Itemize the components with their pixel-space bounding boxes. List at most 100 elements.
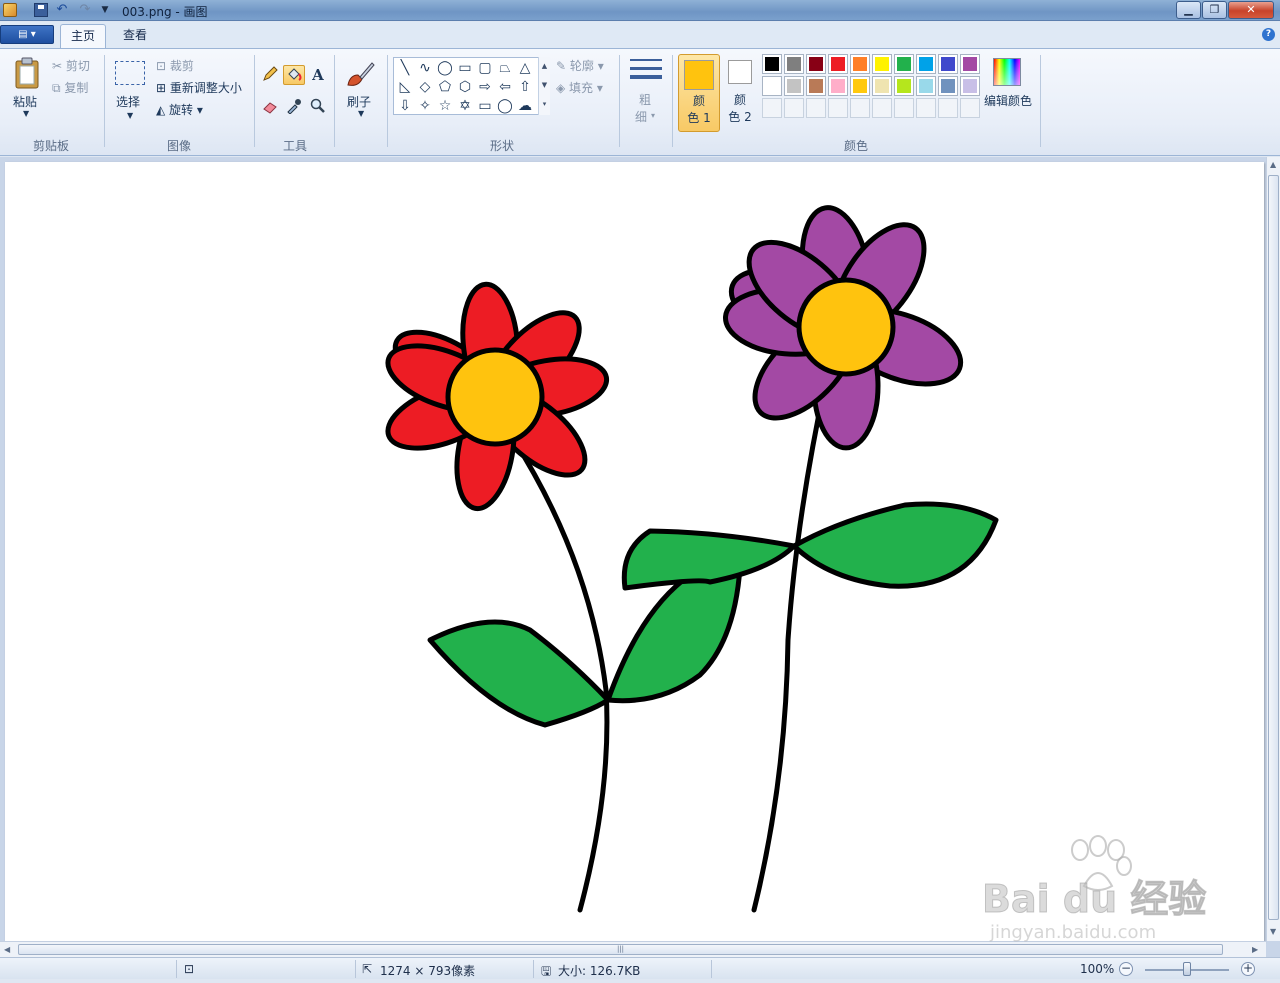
size-button[interactable]: 粗 细 ▾ (626, 55, 666, 127)
palette-swatch[interactable] (960, 98, 980, 118)
cut-button[interactable]: ✂ 剪切 (52, 57, 90, 74)
redo-icon[interactable]: ↷ (78, 3, 92, 17)
palette-swatch[interactable] (762, 98, 782, 118)
save-icon[interactable] (34, 3, 48, 17)
six-point-star-shape-icon[interactable]: ✡ (455, 97, 475, 115)
divider (355, 960, 356, 978)
palette-swatch[interactable] (784, 76, 804, 96)
resize-button[interactable]: ⊞ 重新调整大小 (156, 79, 242, 96)
close-button[interactable]: ✕ (1228, 1, 1274, 19)
minimize-button[interactable]: ▁ (1176, 1, 1201, 19)
horizontal-scroll-thumb[interactable]: ||| (18, 944, 1223, 955)
palette-swatch[interactable] (850, 54, 870, 74)
palette-swatch[interactable] (916, 76, 936, 96)
quick-access-dropdown-icon[interactable]: ▼ (98, 3, 112, 17)
zoom-out-button[interactable]: − (1119, 962, 1133, 976)
palette-swatch[interactable] (762, 54, 782, 74)
color-picker-tool[interactable] (283, 97, 305, 117)
color1-button[interactable]: 颜 色 1 (678, 54, 720, 132)
scroll-right-icon[interactable]: ▶ (1252, 945, 1258, 954)
vertical-scroll-thumb[interactable] (1268, 175, 1279, 920)
palette-swatch[interactable] (894, 98, 914, 118)
text-tool[interactable]: A (307, 65, 329, 85)
oval-shape-icon[interactable]: ◯ (435, 59, 455, 77)
undo-icon[interactable]: ↶ (55, 3, 69, 17)
palette-swatch[interactable] (806, 76, 826, 96)
line-shape-icon[interactable]: ╲ (395, 59, 415, 77)
palette-swatch[interactable] (828, 76, 848, 96)
down-arrow-shape-icon[interactable]: ⇩ (395, 97, 415, 115)
palette-swatch[interactable] (762, 76, 782, 96)
horizontal-scrollbar[interactable]: ◀ ||| ▶ (0, 941, 1266, 957)
outline-button[interactable]: ✎ 轮廓 ▾ (556, 57, 604, 74)
scroll-left-icon[interactable]: ◀ (4, 945, 10, 954)
paint-app-icon[interactable] (3, 3, 17, 17)
crop-button[interactable]: ⊡ 裁剪 (156, 57, 194, 74)
vertical-scrollbar[interactable]: ▲ ▼ (1266, 157, 1280, 941)
scroll-up-icon[interactable]: ▲ (1270, 160, 1276, 169)
left-arrow-shape-icon[interactable]: ⇦ (495, 78, 515, 96)
palette-swatch[interactable] (916, 54, 936, 74)
triangle-shape-icon[interactable]: △ (515, 59, 535, 77)
palette-swatch[interactable] (960, 76, 980, 96)
pentagon-shape-icon[interactable]: ⬠ (435, 78, 455, 96)
right-arrow-shape-icon[interactable]: ⇨ (475, 78, 495, 96)
palette-swatch[interactable] (960, 54, 980, 74)
help-icon[interactable]: ? (1262, 28, 1275, 41)
brushes-button[interactable]: 刷子 ▼ (340, 55, 382, 125)
palette-swatch[interactable] (894, 54, 914, 74)
shapes-group-label: 形状 (490, 139, 515, 153)
palette-swatch[interactable] (784, 54, 804, 74)
scroll-down-icon[interactable]: ▼ (1270, 927, 1276, 936)
tab-home[interactable]: 主页 (60, 24, 106, 48)
color2-button[interactable]: 颜 色 2 (722, 54, 758, 132)
shapes-scroll-icon[interactable]: ▲ ▼ ▾ (538, 57, 550, 115)
tab-view[interactable]: 查看 (113, 24, 157, 48)
magnifier-tool[interactable] (307, 97, 329, 117)
palette-swatch[interactable] (938, 76, 958, 96)
palette-swatch[interactable] (938, 54, 958, 74)
palette-swatch[interactable] (894, 76, 914, 96)
file-menu-button[interactable]: ▤ ▾ (0, 25, 54, 44)
copy-button[interactable]: ⧉ 复制 (52, 79, 88, 96)
palette-swatch[interactable] (938, 98, 958, 118)
zoom-slider-thumb[interactable] (1183, 962, 1191, 976)
palette-swatch[interactable] (872, 98, 892, 118)
divider (1040, 55, 1041, 147)
rounded-rectangle-shape-icon[interactable]: ▢ (475, 59, 495, 77)
up-arrow-shape-icon[interactable]: ⇧ (515, 78, 535, 96)
color2-label-b: 色 2 (728, 110, 752, 124)
drawing-canvas[interactable] (5, 162, 1264, 942)
maximize-button[interactable]: ❐ (1202, 1, 1227, 19)
palette-swatch[interactable] (850, 76, 870, 96)
fill-tool[interactable] (283, 65, 305, 85)
right-triangle-shape-icon[interactable]: ◺ (395, 78, 415, 96)
edit-colors-button[interactable]: 编辑颜色 (983, 56, 1033, 120)
palette-swatch[interactable] (828, 54, 848, 74)
curve-shape-icon[interactable]: ∿ (415, 59, 435, 77)
palette-swatch[interactable] (784, 98, 804, 118)
polygon-shape-icon[interactable]: ⏢ (495, 59, 515, 77)
rotate-button[interactable]: ◭ 旋转 ▾ (156, 101, 203, 118)
select-button[interactable]: 选择 ▼ (112, 57, 148, 127)
pencil-tool[interactable] (259, 65, 281, 85)
paste-button[interactable]: 粘贴 ▼ (8, 55, 46, 125)
oval-callout-shape-icon[interactable]: ◯ (495, 97, 515, 115)
hexagon-shape-icon[interactable]: ⬡ (455, 78, 475, 96)
palette-swatch[interactable] (872, 76, 892, 96)
five-point-star-shape-icon[interactable]: ☆ (435, 97, 455, 115)
cloud-callout-shape-icon[interactable]: ☁ (515, 97, 535, 115)
palette-swatch[interactable] (872, 54, 892, 74)
fill-button[interactable]: ◈ 填充 ▾ (556, 79, 603, 96)
palette-swatch[interactable] (806, 54, 826, 74)
palette-swatch[interactable] (806, 98, 826, 118)
palette-swatch[interactable] (828, 98, 848, 118)
palette-swatch[interactable] (916, 98, 936, 118)
zoom-in-button[interactable]: + (1241, 962, 1255, 976)
palette-swatch[interactable] (850, 98, 870, 118)
rect-callout-shape-icon[interactable]: ▭ (475, 97, 495, 115)
diamond-shape-icon[interactable]: ◇ (415, 78, 435, 96)
four-point-star-shape-icon[interactable]: ✧ (415, 97, 435, 115)
eraser-tool[interactable] (259, 97, 281, 117)
rectangle-shape-icon[interactable]: ▭ (455, 59, 475, 77)
